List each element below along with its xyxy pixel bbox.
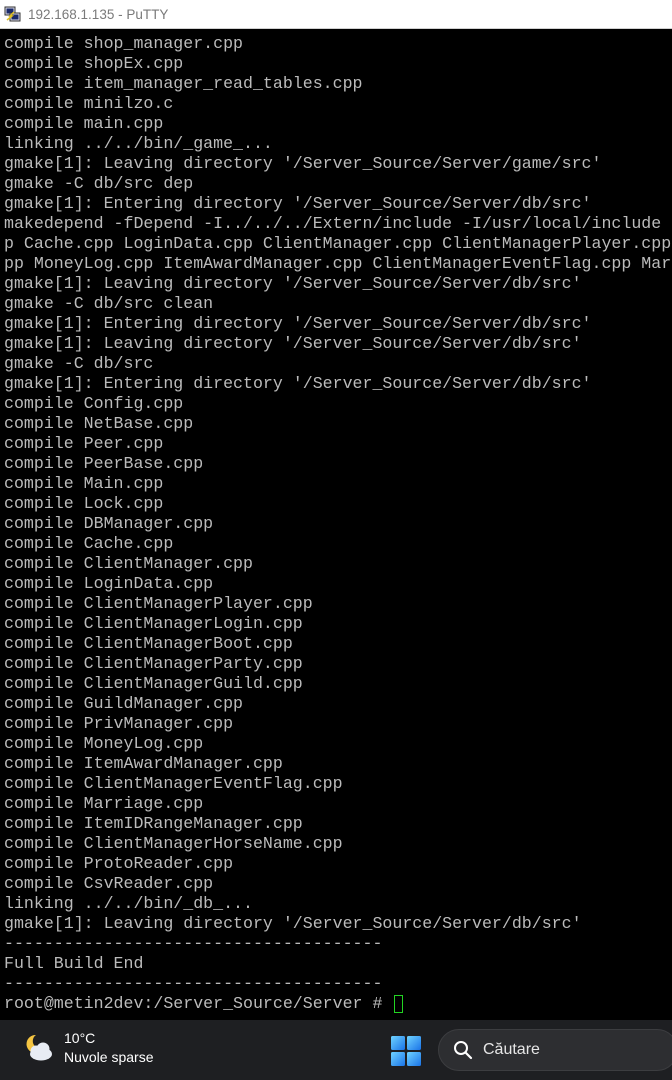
terminal-line: compile ClientManagerHorseName.cpp: [4, 834, 343, 853]
terminal-line: gmake -C db/src clean: [4, 294, 214, 313]
terminal-line: --------------------------------------: [4, 934, 383, 953]
taskbar-search-box[interactable]: Căutare: [438, 1029, 672, 1071]
terminal-line: compile ClientManagerParty.cpp: [4, 654, 303, 673]
terminal-line: compile ClientManagerEventFlag.cpp: [4, 774, 343, 793]
putty-icon[interactable]: [4, 5, 22, 23]
terminal-line: gmake[1]: Leaving directory '/Server_Sou…: [4, 334, 582, 353]
terminal-line: compile ProtoReader.cpp: [4, 854, 234, 873]
weather-widget[interactable]: 10°C Nuvole sparse: [22, 1029, 154, 1067]
terminal-line: gmake -C db/src dep: [4, 174, 194, 193]
window-titlebar[interactable]: 192.168.1.135 - PuTTY: [0, 0, 672, 29]
terminal-line: compile ClientManagerGuild.cpp: [4, 674, 303, 693]
terminal-line: compile ItemAwardManager.cpp: [4, 754, 283, 773]
terminal-line: compile PrivManager.cpp: [4, 714, 234, 733]
terminal-line: pp MoneyLog.cpp ItemAwardManager.cpp Cli…: [4, 254, 672, 273]
terminal-line: compile Marriage.cpp: [4, 794, 204, 813]
terminal-line: compile shop_manager.cpp: [4, 34, 243, 53]
terminal-line: --------------------------------------: [4, 974, 383, 993]
weather-description: Nuvole sparse: [64, 1049, 154, 1065]
terminal-line: gmake[1]: Leaving directory '/Server_Sou…: [4, 274, 582, 293]
terminal-line: compile ClientManagerLogin.cpp: [4, 614, 303, 633]
terminal-line: compile item_manager_read_tables.cpp: [4, 74, 363, 93]
terminal-output[interactable]: compile shop_manager.cpp compile shopEx.c…: [0, 29, 672, 1020]
shell-prompt: root@metin2dev:/Server_Source/Server #: [4, 994, 393, 1013]
terminal-line: compile CsvReader.cpp: [4, 874, 214, 893]
terminal-line: gmake[1]: Leaving directory '/Server_Sou…: [4, 154, 602, 173]
terminal-line: compile ClientManager.cpp: [4, 554, 253, 573]
terminal-line: linking ../../bin/_game_...: [4, 134, 273, 153]
terminal-line: compile minilzo.c: [4, 94, 174, 113]
window-title: 192.168.1.135 - PuTTY: [28, 6, 169, 22]
terminal-line: compile Config.cpp: [4, 394, 184, 413]
terminal-line: gmake[1]: Entering directory '/Server_So…: [4, 374, 592, 393]
terminal-line: compile Cache.cpp: [4, 534, 174, 553]
terminal-line: compile shopEx.cpp: [4, 54, 184, 73]
taskbar: 10°C Nuvole sparse Căutare: [0, 1020, 672, 1080]
terminal-line: compile LoginData.cpp: [4, 574, 214, 593]
terminal-line: linking ../../bin/_db_...: [4, 894, 253, 913]
terminal-cursor: [394, 995, 404, 1013]
terminal-line: gmake -C db/src: [4, 354, 154, 373]
terminal-line: makedepend -fDepend -I../../../Extern/in…: [4, 214, 662, 233]
terminal-line: compile Main.cpp: [4, 474, 164, 493]
partly-cloudy-night-icon: [22, 1031, 56, 1065]
weather-temperature: 10°C: [64, 1030, 96, 1046]
search-icon: [453, 1040, 473, 1060]
terminal-line: compile NetBase.cpp: [4, 414, 194, 433]
terminal-line: p Cache.cpp LoginData.cpp ClientManager.…: [4, 234, 672, 253]
terminal-line: gmake[1]: Leaving directory '/Server_Sou…: [4, 914, 582, 933]
terminal-line: compile DBManager.cpp: [4, 514, 214, 533]
terminal-line: compile ClientManagerBoot.cpp: [4, 634, 293, 653]
terminal-line: compile ItemIDRangeManager.cpp: [4, 814, 303, 833]
terminal-line: Full Build End: [4, 954, 144, 973]
terminal-line: gmake[1]: Entering directory '/Server_So…: [4, 314, 592, 333]
terminal-line: compile Peer.cpp: [4, 434, 164, 453]
terminal-line: compile GuildManager.cpp: [4, 694, 243, 713]
terminal-line: compile MoneyLog.cpp: [4, 734, 204, 753]
search-label: Căutare: [483, 1041, 540, 1058]
terminal-prompt-line[interactable]: root@metin2dev:/Server_Source/Server #: [4, 994, 672, 1014]
terminal-line: gmake[1]: Entering directory '/Server_So…: [4, 194, 592, 213]
terminal-line: compile main.cpp: [4, 114, 164, 133]
windows-logo-icon[interactable]: [389, 1034, 423, 1068]
terminal-line: compile PeerBase.cpp: [4, 454, 204, 473]
terminal-line: compile ClientManagerPlayer.cpp: [4, 594, 313, 613]
terminal-line: compile Lock.cpp: [4, 494, 164, 513]
